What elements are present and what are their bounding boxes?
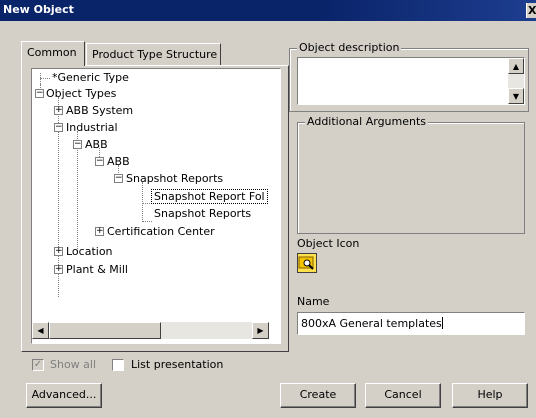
scrollbar-thumb[interactable] — [49, 322, 161, 339]
scroll-up-button[interactable]: ▲ — [508, 58, 524, 74]
object-icon-label: Object Icon — [297, 237, 360, 250]
tree-line — [142, 221, 152, 222]
name-label: Name — [297, 295, 330, 308]
tree-item-label: Location — [66, 245, 113, 258]
collapse-icon[interactable]: − — [35, 89, 44, 98]
checkmark-icon: ✓ — [33, 359, 43, 370]
tree-item-label: Object Types — [46, 87, 117, 100]
scroll-right-button[interactable]: ▶ — [252, 322, 269, 339]
tree-item-generic-type[interactable]: *Generic Type — [52, 70, 129, 85]
window-title: New Object — [3, 3, 74, 16]
expand-icon[interactable]: + — [54, 106, 63, 115]
new-object-dialog: New Object X Common Product Type Structu… — [0, 0, 536, 418]
tree-item-label: Plant & Mill — [66, 263, 128, 276]
create-button[interactable]: Create — [280, 383, 356, 408]
expand-icon[interactable]: + — [54, 265, 63, 274]
collapse-icon[interactable]: − — [95, 157, 104, 166]
name-input-value: 800xA General templates — [301, 317, 442, 330]
arrow-up-icon: ▲ — [512, 62, 520, 71]
arrow-left-icon: ◀ — [37, 326, 44, 335]
description-vertical-scrollbar[interactable]: ▲ ▼ — [508, 58, 524, 104]
tree-item-label: *Generic Type — [52, 71, 129, 84]
tree-item-abb[interactable]: ABB — [85, 137, 108, 152]
help-button[interactable]: Help — [452, 383, 528, 408]
help-button-label: Help — [477, 388, 503, 401]
advanced-button[interactable]: Advanced... — [26, 383, 102, 408]
collapse-icon[interactable]: − — [114, 174, 123, 183]
tree-item-label: Certification Center — [107, 225, 215, 238]
tree-item-snapshot-report-folder[interactable]: Snapshot Report Fol — [151, 189, 268, 204]
tree-line — [142, 182, 143, 222]
close-button[interactable]: X — [526, 3, 536, 18]
additional-arguments-label: Additional Arguments — [305, 115, 429, 128]
collapse-icon[interactable]: − — [54, 123, 63, 132]
title-bar: New Object X — [0, 0, 536, 21]
tab-product-type-structure[interactable]: Product Type Structure — [86, 43, 221, 65]
advanced-button-label: Advanced... — [31, 388, 97, 401]
tab-common-label: Common — [27, 46, 77, 59]
tree-item-location[interactable]: Location — [66, 244, 113, 259]
tree-item-label: ABB — [85, 138, 108, 151]
show-all-label: Show all — [50, 358, 97, 371]
tree-item-certification-center[interactable]: Certification Center — [107, 224, 215, 239]
object-description-field[interactable]: ▲ ▼ — [297, 57, 525, 105]
scroll-left-button[interactable]: ◀ — [32, 322, 49, 339]
list-presentation-checkbox[interactable] — [112, 359, 124, 371]
folder-search-icon-graphic — [298, 256, 314, 270]
tree-horizontal-scrollbar[interactable]: ◀ ▶ — [32, 322, 269, 339]
scroll-down-button[interactable]: ▼ — [508, 88, 524, 104]
tree-item-label: Snapshot Report Fol — [151, 189, 268, 204]
text-caret — [441, 317, 443, 329]
cancel-button[interactable]: Cancel — [365, 383, 441, 408]
tab-common[interactable]: Common — [21, 41, 85, 66]
arrow-down-icon: ▼ — [512, 92, 520, 101]
tree-item-abb-sub[interactable]: ABB — [107, 154, 130, 169]
tree-item-abb-system[interactable]: ABB System — [66, 103, 133, 118]
tree-item-object-types[interactable]: Object Types — [46, 86, 116, 101]
tree-item-label: ABB System — [66, 104, 134, 117]
tree-line — [77, 131, 78, 251]
object-type-tree[interactable]: *Generic Type − Object Types + ABB Syste… — [31, 68, 281, 344]
object-description-label: Object description — [297, 41, 402, 54]
additional-arguments-group: Additional Arguments — [297, 115, 525, 234]
tree-item-label: Industrial — [66, 121, 118, 134]
name-input[interactable]: 800xA General templates — [297, 312, 525, 335]
tab-product-type-structure-label: Product Type Structure — [92, 48, 218, 61]
tree-line — [142, 203, 152, 204]
cancel-button-label: Cancel — [384, 388, 422, 401]
tree-item-plant-and-mill[interactable]: Plant & Mill — [66, 262, 128, 277]
create-button-label: Create — [299, 388, 337, 401]
show-all-checkbox[interactable]: ✓ — [32, 359, 44, 371]
tree-item-label: ABB — [107, 155, 130, 168]
expand-icon[interactable]: + — [95, 227, 104, 236]
folder-search-icon[interactable] — [297, 253, 317, 273]
tree-item-industrial[interactable]: Industrial — [66, 120, 118, 135]
tree-item-snapshot-reports[interactable]: Snapshot Reports — [126, 171, 223, 186]
tree-item-label: Snapshot Reports — [126, 172, 224, 185]
tree-item-snapshot-reports-child[interactable]: Snapshot Reports — [154, 206, 251, 221]
expand-icon[interactable]: + — [54, 247, 63, 256]
close-icon: X — [528, 4, 536, 17]
arrow-right-icon: ▶ — [257, 326, 264, 335]
tree-line — [40, 78, 50, 79]
collapse-icon[interactable]: − — [73, 140, 82, 149]
tree-item-label: Snapshot Reports — [154, 207, 252, 220]
list-presentation-label: List presentation — [131, 358, 224, 371]
